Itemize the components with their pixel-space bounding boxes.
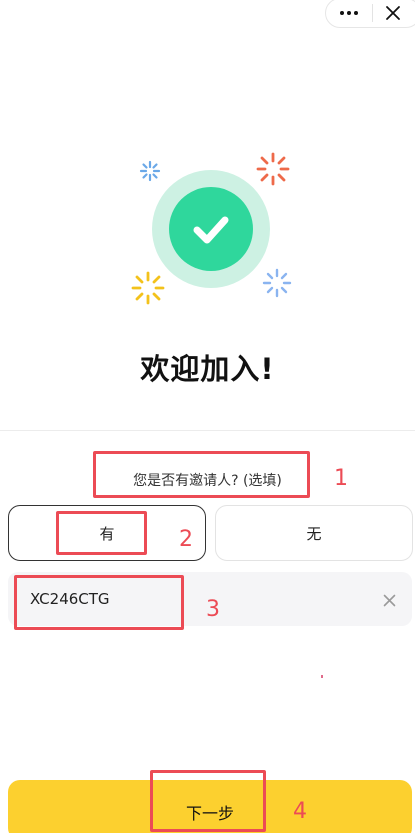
annotation-number-1: 1 xyxy=(334,466,348,491)
annotation-number-3: 3 xyxy=(206,597,220,622)
annotation-number-2: 2 xyxy=(179,527,193,552)
clear-x-icon[interactable] xyxy=(383,592,396,611)
option-yes-label: 有 xyxy=(99,524,115,543)
next-step-button[interactable]: 下一步 xyxy=(8,780,412,833)
sparkle-red-icon xyxy=(256,152,290,186)
option-yes-button[interactable]: 有 xyxy=(8,505,206,561)
sparkle-blue-icon xyxy=(139,160,161,182)
inviter-question: 您是否有邀请人? (选填) xyxy=(133,473,282,489)
next-step-label: 下一步 xyxy=(185,804,234,823)
annotation-number-4: 4 xyxy=(293,799,307,824)
stray-mark xyxy=(321,675,323,678)
section-divider xyxy=(0,430,415,431)
option-no-label: 无 xyxy=(306,524,322,543)
sparkle-yellow-icon xyxy=(131,271,165,305)
inviter-code-input[interactable] xyxy=(8,590,348,608)
hero-section: 欢迎加入! xyxy=(0,0,415,430)
option-no-button[interactable]: 无 xyxy=(215,505,413,561)
check-circle-icon xyxy=(169,187,253,271)
success-badge xyxy=(152,170,270,288)
welcome-title: 欢迎加入! xyxy=(140,352,275,386)
sparkle-lavender-icon xyxy=(262,268,292,298)
